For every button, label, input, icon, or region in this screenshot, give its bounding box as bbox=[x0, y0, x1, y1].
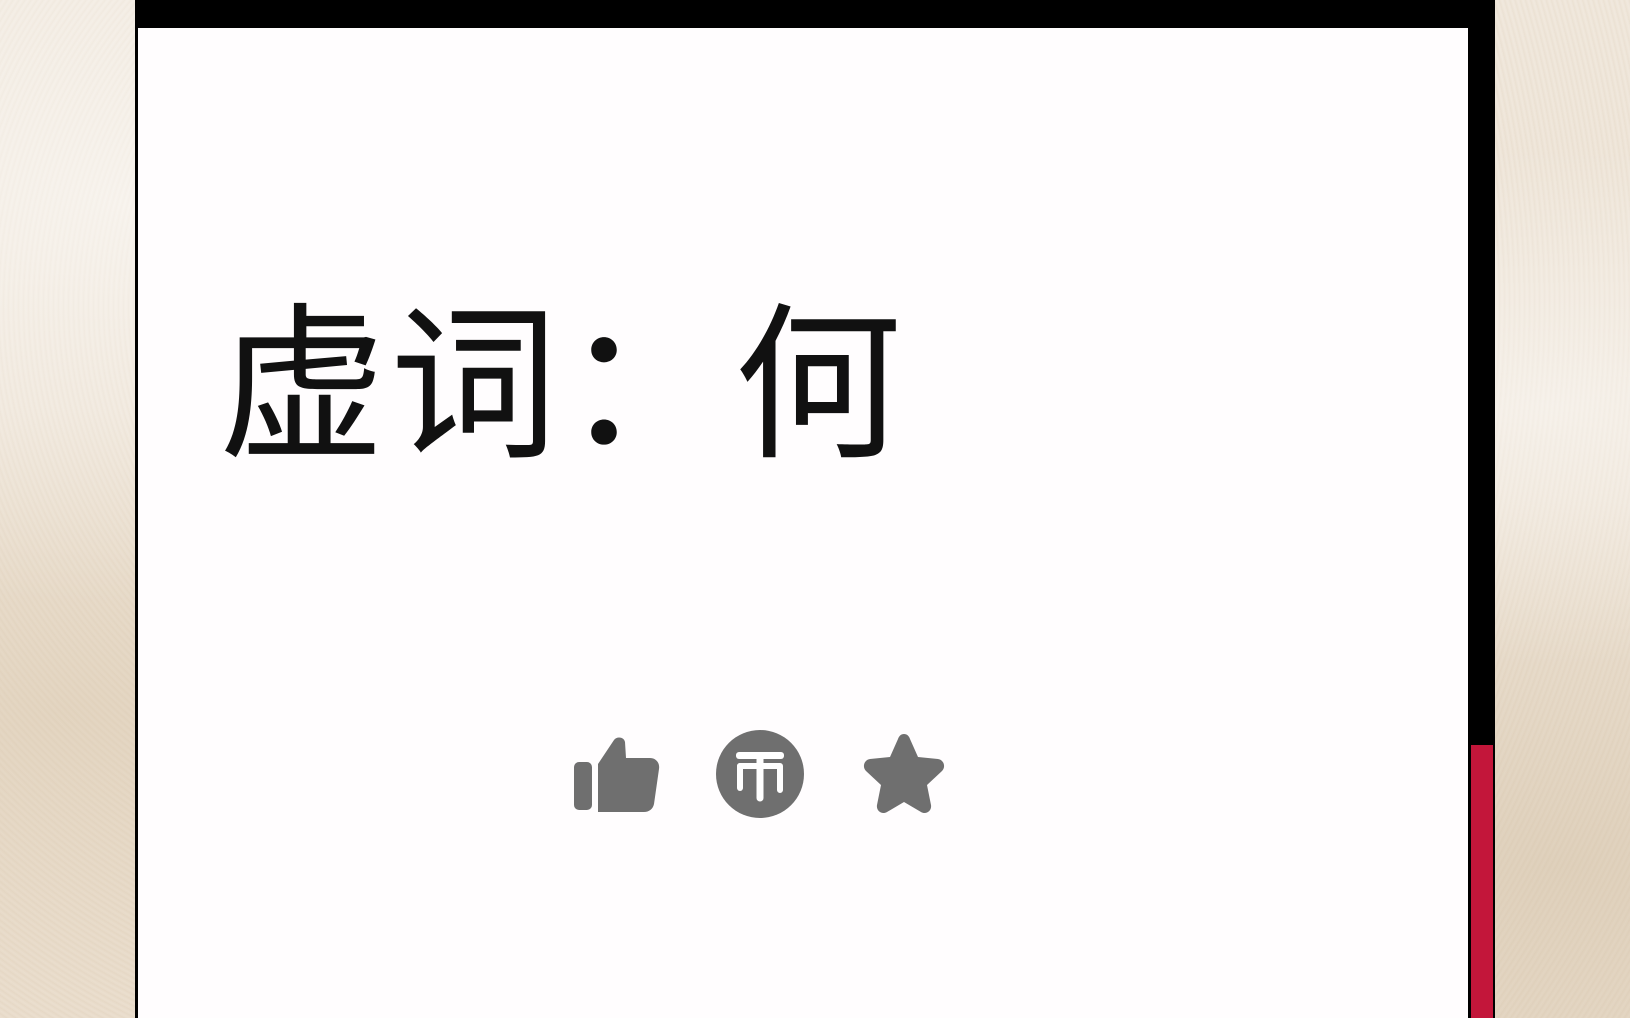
favorite-button[interactable] bbox=[858, 728, 950, 820]
video-card bbox=[138, 28, 1468, 1018]
coin-icon bbox=[716, 730, 804, 818]
star-icon bbox=[863, 734, 945, 814]
coin-button[interactable] bbox=[714, 728, 806, 820]
action-bar bbox=[570, 728, 950, 820]
thumbs-up-icon bbox=[574, 737, 660, 812]
video-title: 虚词：何 bbox=[218, 288, 906, 484]
side-accent-bar bbox=[1471, 745, 1493, 1018]
like-button[interactable] bbox=[570, 728, 662, 820]
